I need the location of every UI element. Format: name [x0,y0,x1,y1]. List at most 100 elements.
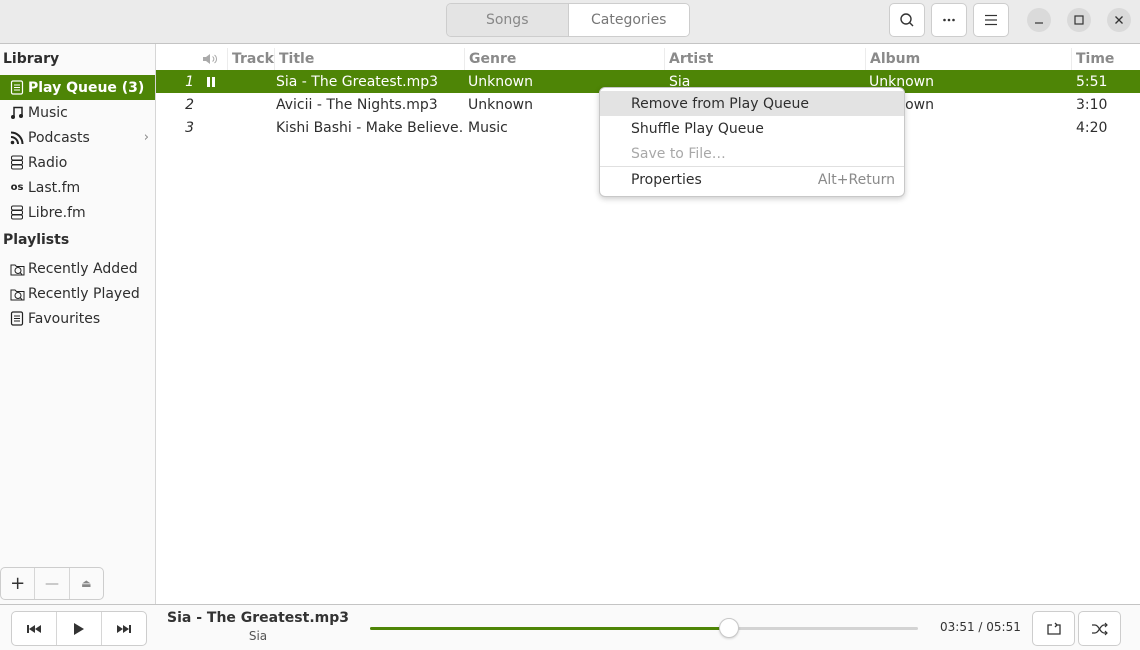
pause-icon [206,70,218,93]
lastfm-icon: os [10,182,24,193]
track-cell: 1 [185,73,194,90]
menu-button[interactable] [973,3,1009,37]
speaker-icon [203,54,217,64]
menu-item-label: Shuffle Play Queue [631,120,764,137]
server-icon [9,205,25,221]
seek-slider[interactable] [370,618,918,638]
context-menu: Remove from Play Queue Shuffle Play Queu… [599,87,905,197]
column-header-track[interactable]: Track [227,48,274,70]
add-icon: + [10,573,26,594]
sidebar-item-podcasts[interactable]: Podcasts › [0,125,155,150]
sidebar-toolbar: + — ⏏ [0,567,104,600]
sidebar-item-radio[interactable]: Radio [0,150,155,175]
previous-icon [27,624,41,633]
menu-icon [985,14,997,26]
time-cell: 5:51 [1076,73,1108,90]
sidebar-item-favourites[interactable]: Favourites [0,306,155,331]
sidebar-item-label: Podcasts [28,129,90,146]
search-icon [900,13,914,27]
track-cell: 2 [185,96,194,113]
maximize-button[interactable] [1067,8,1091,32]
sidebar-item-music[interactable]: Music [0,100,155,125]
shuffle-icon [1091,622,1108,635]
add-button[interactable]: + [1,568,36,599]
previous-button[interactable] [12,612,57,645]
tab-categories[interactable]: Categories [568,4,689,36]
time-cell: 4:20 [1076,119,1108,136]
now-playing-title: Sia - The Greatest.mp3 [167,610,349,626]
eject-icon: ⏏ [81,577,92,590]
sidebar-item-label: Libre.fm [28,204,86,221]
sidebar: Library Play Queue (3) Music Podcasts › … [0,44,156,604]
document-icon [9,80,25,96]
shuffle-button[interactable] [1078,611,1121,646]
menu-item-properties[interactable]: Properties Alt+Return [600,167,904,192]
remove-button[interactable]: — [35,568,70,599]
seek-slider-fill [370,627,730,630]
column-header-artist[interactable]: Artist [664,48,864,70]
minimize-icon [1035,22,1043,24]
sidebar-item-label: Play Queue (3) [28,79,145,96]
column-header-time[interactable]: Time [1071,48,1140,70]
play-button[interactable] [57,612,102,645]
eject-button[interactable]: ⏏ [70,568,103,599]
sidebar-item-librefm[interactable]: Libre.fm [0,200,155,225]
sidebar-item-recently-added[interactable]: Recently Added [0,256,155,281]
column-header-genre[interactable]: Genre [464,48,664,70]
menu-item-remove-from-queue[interactable]: Remove from Play Queue [600,91,904,116]
close-icon [1115,16,1123,24]
sidebar-item-label: Music [28,104,68,121]
more-button[interactable] [931,3,967,37]
column-header-playing[interactable] [198,48,226,70]
smart-folder-icon [9,261,25,277]
chevron-right-icon[interactable]: › [144,130,149,145]
server-icon [9,155,25,171]
sidebar-item-label: Radio [28,154,68,171]
sidebar-item-label: Last.fm [28,179,81,196]
menu-item-label: Properties [631,171,702,188]
seek-slider-handle[interactable] [719,618,740,638]
header-bar: Songs Categories [0,0,1140,44]
remove-icon: — [44,575,59,592]
playback-time: 03:51 / 05:51 [940,620,1021,634]
smart-folder-icon [9,286,25,302]
rss-icon [9,130,25,146]
repeat-button[interactable] [1032,611,1075,646]
sidebar-item-label: Recently Played [28,285,140,302]
player-bar: Sia - The Greatest.mp3 Sia 03:51 / 05:51 [0,604,1140,650]
time-cell: 3:10 [1076,96,1108,113]
sidebar-item-lastfm[interactable]: os Last.fm [0,175,155,200]
music-note-icon [9,105,25,121]
menu-item-label: Remove from Play Queue [631,95,809,112]
document-icon [9,311,25,327]
title-cell: Avicii - The Nights.mp3 [276,96,438,113]
tab-songs[interactable]: Songs [447,4,569,36]
title-cell: Kishi Bashi - Make Believe… [276,119,462,136]
sidebar-item-label: Favourites [28,310,101,327]
repeat-icon [1046,622,1061,635]
menu-item-shuffle-queue[interactable]: Shuffle Play Queue [600,116,904,141]
title-cell: Sia - The Greatest.mp3 [276,73,439,90]
view-switcher: Songs Categories [446,3,690,37]
next-button[interactable] [102,612,146,645]
column-header-title[interactable]: Title [274,48,462,70]
menu-item-save-to-file[interactable]: Save to File… [600,141,904,166]
next-icon [117,624,131,633]
close-button[interactable] [1107,8,1131,32]
now-playing-artist: Sia [248,629,268,643]
search-button[interactable] [889,3,925,37]
more-icon [943,18,955,22]
playlists-heading: Playlists [3,232,70,248]
play-icon [74,622,84,635]
playback-controls [11,611,147,646]
sidebar-item-recently-played[interactable]: Recently Played [0,281,155,306]
library-heading: Library [3,51,60,67]
minimize-button[interactable] [1027,8,1051,32]
menu-item-label: Save to File… [631,145,726,162]
column-header-album[interactable]: Album [865,48,1071,70]
sidebar-item-play-queue[interactable]: Play Queue (3) [0,75,155,100]
maximize-icon [1074,15,1084,25]
track-cell: 3 [185,119,194,136]
sidebar-item-label: Recently Added [28,260,138,277]
menu-item-accelerator: Alt+Return [817,171,895,188]
